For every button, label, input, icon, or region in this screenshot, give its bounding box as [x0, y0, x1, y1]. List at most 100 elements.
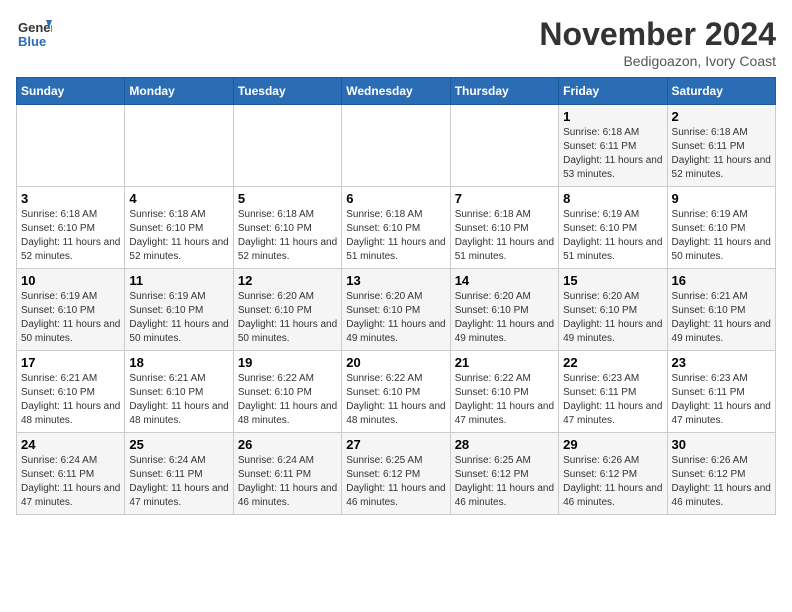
day-number: 5: [238, 191, 337, 206]
day-cell: 29 Sunrise: 6:26 AM Sunset: 6:12 PM Dayli…: [559, 433, 667, 515]
weekday-header-saturday: Saturday: [667, 78, 775, 105]
day-cell: 19Sunrise: 6:22 AM Sunset: 6:10 PM Dayli…: [233, 351, 341, 433]
calendar-table: SundayMondayTuesdayWednesdayThursdayFrid…: [16, 77, 776, 515]
day-info: Sunrise: 6:19 AM Sunset: 6:10 PM Dayligh…: [563, 208, 662, 264]
day-cell: 16 Sunrise: 6:21 AM Sunset: 6:10 PM Dayli…: [667, 269, 775, 351]
day-cell: 2 Sunrise: 6:18 AM Sunset: 6:11 PM Daylig…: [667, 105, 775, 187]
location-subtitle: Bedigoazon, Ivory Coast: [539, 53, 776, 69]
day-number: 8: [563, 191, 662, 206]
logo-svg: General Blue: [16, 16, 52, 52]
day-info: Sunrise: 6:21 AM Sunset: 6:10 PM Dayligh…: [129, 372, 228, 428]
day-number: 16: [672, 273, 771, 288]
day-number: 7: [455, 191, 554, 206]
weekday-header-tuesday: Tuesday: [233, 78, 341, 105]
day-number: 17: [21, 355, 120, 370]
day-number: 27: [346, 437, 445, 452]
day-number: 2: [672, 109, 771, 124]
day-number: 21: [455, 355, 554, 370]
svg-text:Blue: Blue: [18, 34, 46, 49]
day-number: 30: [672, 437, 771, 452]
day-info: Sunrise: 6:24 AM Sunset: 6:11 PM Dayligh…: [238, 454, 337, 510]
day-info: Sunrise: 6:18 AM Sunset: 6:11 PM Dayligh…: [672, 126, 771, 182]
day-number: 22: [563, 355, 662, 370]
day-info: Sunrise: 6:23 AM Sunset: 6:11 PM Dayligh…: [672, 372, 771, 428]
day-info: Sunrise: 6:20 AM Sunset: 6:10 PM Dayligh…: [346, 290, 445, 346]
day-cell: 10Sunrise: 6:19 AM Sunset: 6:10 PM Dayli…: [17, 269, 125, 351]
weekday-header-friday: Friday: [559, 78, 667, 105]
day-number: 12: [238, 273, 337, 288]
day-cell: 13 Sunrise: 6:20 AM Sunset: 6:10 PM Dayli…: [342, 269, 450, 351]
day-cell: 24 Sunrise: 6:24 AM Sunset: 6:11 PM Dayli…: [17, 433, 125, 515]
day-cell: 17Sunrise: 6:21 AM Sunset: 6:10 PM Dayli…: [17, 351, 125, 433]
weekday-header-thursday: Thursday: [450, 78, 558, 105]
weekday-header-sunday: Sunday: [17, 78, 125, 105]
weekday-header-monday: Monday: [125, 78, 233, 105]
day-info: Sunrise: 6:18 AM Sunset: 6:10 PM Dayligh…: [238, 208, 337, 264]
day-info: Sunrise: 6:24 AM Sunset: 6:11 PM Dayligh…: [129, 454, 228, 510]
day-number: 28: [455, 437, 554, 452]
logo: General Blue: [16, 16, 52, 52]
day-cell: 22 Sunrise: 6:23 AM Sunset: 6:11 PM Dayli…: [559, 351, 667, 433]
week-row-4: 17 Sunrise: 6:21 AM Sunset: 6:10 PM Dayli…: [17, 351, 776, 433]
day-cell: 8 Sunrise: 6:19 AM Sunset: 6:10 PM Daylig…: [559, 187, 667, 269]
day-number: 13: [346, 273, 445, 288]
day-number: 29: [563, 437, 662, 452]
day-number: 26: [238, 437, 337, 452]
day-info: Sunrise: 6:18 AM Sunset: 6:10 PM Dayligh…: [346, 208, 445, 264]
day-info: Sunrise: 6:20 AM Sunset: 6:10 PM Dayligh…: [563, 290, 662, 346]
day-number: 15: [563, 273, 662, 288]
day-info: Sunrise: 6:19 AM Sunset: 6:10 PM Dayligh…: [21, 290, 120, 346]
day-info: Sunrise: 6:20 AM Sunset: 6:10 PM Dayligh…: [238, 290, 337, 346]
day-cell: 18 Sunrise: 6:21 AM Sunset: 6:10 PM Dayli…: [125, 351, 233, 433]
day-info: Sunrise: 6:24 AM Sunset: 6:11 PM Dayligh…: [21, 454, 120, 510]
day-cell: [342, 105, 450, 187]
day-cell: 23Sunrise: 6:23 AM Sunset: 6:11 PM Dayli…: [667, 351, 775, 433]
day-number: 25: [129, 437, 228, 452]
page-header: General Blue November 2024 Bedigoazon, I…: [16, 16, 776, 69]
title-block: November 2024 Bedigoazon, Ivory Coast: [539, 16, 776, 69]
day-number: 20: [346, 355, 445, 370]
week-row-1: 1Sunrise: 6:18 AM Sunset: 6:11 PM Daylig…: [17, 105, 776, 187]
day-info: Sunrise: 6:22 AM Sunset: 6:10 PM Dayligh…: [346, 372, 445, 428]
day-cell: 12 Sunrise: 6:20 AM Sunset: 6:10 PM Dayli…: [233, 269, 341, 351]
day-number: 4: [129, 191, 228, 206]
month-title: November 2024: [539, 16, 776, 53]
day-cell: 3 Sunrise: 6:18 AM Sunset: 6:10 PM Daylig…: [17, 187, 125, 269]
day-cell: 14Sunrise: 6:20 AM Sunset: 6:10 PM Dayli…: [450, 269, 558, 351]
day-cell: 25 Sunrise: 6:24 AM Sunset: 6:11 PM Dayli…: [125, 433, 233, 515]
day-info: Sunrise: 6:25 AM Sunset: 6:12 PM Dayligh…: [346, 454, 445, 510]
day-cell: [450, 105, 558, 187]
day-info: Sunrise: 6:21 AM Sunset: 6:10 PM Dayligh…: [672, 290, 771, 346]
day-cell: 30 Sunrise: 6:26 AM Sunset: 6:12 PM Dayli…: [667, 433, 775, 515]
day-cell: 26 Sunrise: 6:24 AM Sunset: 6:11 PM Dayli…: [233, 433, 341, 515]
day-info: Sunrise: 6:26 AM Sunset: 6:12 PM Dayligh…: [563, 454, 662, 510]
day-cell: 21Sunrise: 6:22 AM Sunset: 6:10 PM Dayli…: [450, 351, 558, 433]
week-row-3: 10Sunrise: 6:19 AM Sunset: 6:10 PM Dayli…: [17, 269, 776, 351]
day-info: Sunrise: 6:23 AM Sunset: 6:11 PM Dayligh…: [563, 372, 662, 428]
day-info: Sunrise: 6:18 AM Sunset: 6:10 PM Dayligh…: [455, 208, 554, 264]
day-cell: 4 Sunrise: 6:18 AM Sunset: 6:10 PM Daylig…: [125, 187, 233, 269]
day-number: 6: [346, 191, 445, 206]
day-number: 18: [129, 355, 228, 370]
day-cell: 20 Sunrise: 6:22 AM Sunset: 6:10 PM Dayli…: [342, 351, 450, 433]
day-info: Sunrise: 6:18 AM Sunset: 6:10 PM Dayligh…: [129, 208, 228, 264]
day-info: Sunrise: 6:18 AM Sunset: 6:10 PM Dayligh…: [21, 208, 120, 264]
day-info: Sunrise: 6:18 AM Sunset: 6:11 PM Dayligh…: [563, 126, 662, 182]
day-cell: 28 Sunrise: 6:25 AM Sunset: 6:12 PM Dayli…: [450, 433, 558, 515]
day-info: Sunrise: 6:22 AM Sunset: 6:10 PM Dayligh…: [238, 372, 337, 428]
day-cell: 6 Sunrise: 6:18 AM Sunset: 6:10 PM Daylig…: [342, 187, 450, 269]
day-info: Sunrise: 6:25 AM Sunset: 6:12 PM Dayligh…: [455, 454, 554, 510]
week-row-5: 24 Sunrise: 6:24 AM Sunset: 6:11 PM Dayli…: [17, 433, 776, 515]
day-number: 9: [672, 191, 771, 206]
day-cell: 1Sunrise: 6:18 AM Sunset: 6:11 PM Daylig…: [559, 105, 667, 187]
day-cell: 27 Sunrise: 6:25 AM Sunset: 6:12 PM Dayli…: [342, 433, 450, 515]
day-cell: [233, 105, 341, 187]
day-cell: [125, 105, 233, 187]
day-cell: 9Sunrise: 6:19 AM Sunset: 6:10 PM Daylig…: [667, 187, 775, 269]
day-number: 24: [21, 437, 120, 452]
week-row-2: 3 Sunrise: 6:18 AM Sunset: 6:10 PM Daylig…: [17, 187, 776, 269]
weekday-header-row: SundayMondayTuesdayWednesdayThursdayFrid…: [17, 78, 776, 105]
day-info: Sunrise: 6:26 AM Sunset: 6:12 PM Dayligh…: [672, 454, 771, 510]
day-number: 3: [21, 191, 120, 206]
day-cell: [17, 105, 125, 187]
